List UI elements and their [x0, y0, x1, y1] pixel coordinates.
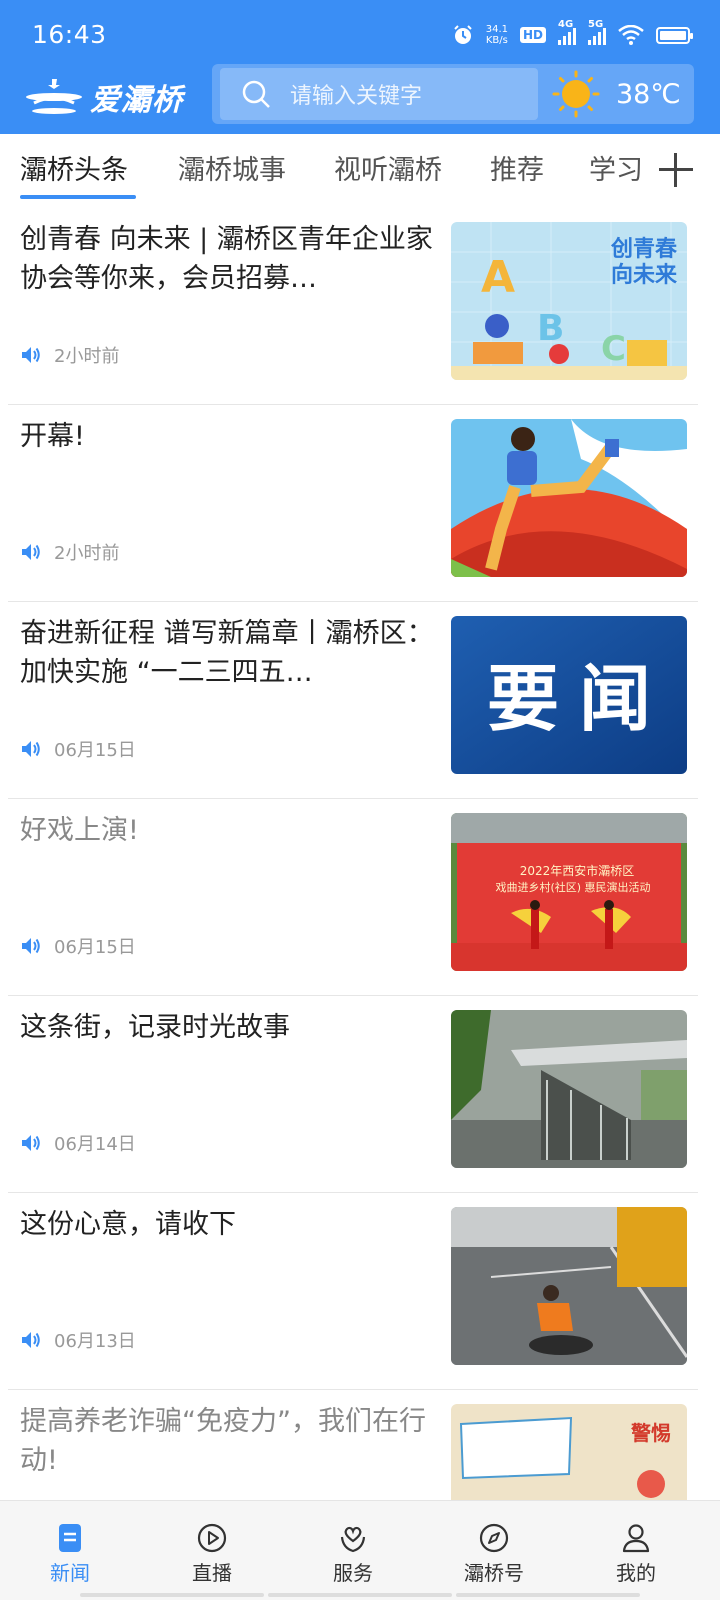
news-time: 06月13日 — [54, 1331, 136, 1352]
nav-live[interactable]: 直播 — [162, 1521, 262, 1591]
signal-5g-icon: 5G — [588, 19, 606, 45]
tab-shiting[interactable]: 视听灞桥 — [334, 148, 442, 187]
status-icons: 34.1 KB/s HD 4G 5G — [452, 19, 693, 50]
active-tab-indicator — [20, 195, 136, 199]
thumb-text-line-1: 创青春 — [610, 236, 677, 261]
news-item[interactable]: 开幕! 2小时前 — [0, 401, 720, 602]
news-thumbnail — [451, 1010, 687, 1168]
nav-news[interactable]: 新闻 — [20, 1521, 120, 1591]
app-logo[interactable]: 爱灞桥 — [24, 72, 183, 122]
channel-tabs: 灞桥头条 灞桥城事 视听灞桥 推荐 学习 — [0, 134, 720, 204]
news-meta: 06月13日 — [20, 1327, 136, 1353]
news-item[interactable]: 提高养老诈骗“免疫力”，我们在行动! 警惕 — [0, 1386, 720, 1500]
logo-text: 爱灞桥 — [90, 83, 183, 118]
news-time: 2小时前 — [54, 543, 120, 564]
news-title: 创青春 向未来 | 灞桥区青年企业家协会等你来，会员招募… — [20, 224, 433, 294]
news-item[interactable]: 好戏上演! 06月15日 2022年西安市灞桥区 戏曲进乡村(社区) 惠民演出活… — [0, 795, 720, 996]
alarm-icon — [454, 25, 472, 44]
svg-text:C: C — [601, 329, 626, 369]
svg-text:A: A — [481, 252, 515, 303]
gesture-bar — [80, 1593, 640, 1597]
wifi-icon — [618, 25, 644, 45]
news-thumbnail: 警惕 — [451, 1404, 687, 1500]
speaker-icon[interactable] — [20, 344, 42, 366]
news-time: 06月15日 — [54, 937, 136, 958]
news-meta: 2小时前 — [20, 342, 119, 368]
news-title: 提高养老诈骗“免疫力”，我们在行动! — [20, 1406, 426, 1476]
live-play-icon — [197, 1523, 227, 1553]
compass-icon — [479, 1523, 509, 1553]
news-time: 06月15日 — [54, 740, 136, 761]
news-item[interactable]: 奋进新征程 谱写新篇章丨灞桥区：加快实施 “一二三四五… 06月15日 要 闻 — [0, 598, 720, 799]
tab-study[interactable]: 学习 — [589, 148, 643, 187]
news-time: 06月14日 — [54, 1134, 136, 1155]
svg-text:B: B — [537, 308, 564, 349]
news-item[interactable]: 这条街，记录时光故事 06月14日 — [0, 992, 720, 1193]
news-thumbnail — [451, 1207, 687, 1365]
news-item[interactable]: 创青春 向未来 | 灞桥区青年企业家协会等你来，会员招募… 2小时前 创青春 向… — [0, 204, 720, 405]
news-title: 开幕! — [20, 421, 85, 452]
weather-temperature: 38℃ — [616, 78, 681, 110]
news-thumbnail — [451, 419, 687, 577]
weather-widget[interactable]: 38℃ — [552, 68, 681, 120]
tab-chengshi[interactable]: 灞桥城事 — [178, 148, 286, 187]
news-list: 创青春 向未来 | 灞桥区青年企业家协会等你来，会员招募… 2小时前 创青春 向… — [0, 204, 720, 1500]
thumb-banner-line-1: 2022年西安市灞桥区 — [520, 863, 635, 878]
tab-recommend[interactable]: 推荐 — [490, 148, 544, 187]
news-title: 好戏上演! — [20, 815, 139, 846]
battery-icon — [656, 26, 693, 44]
speaker-icon[interactable] — [20, 1329, 42, 1351]
news-thumbnail: 2022年西安市灞桥区 戏曲进乡村(社区) 惠民演出活动 — [451, 813, 687, 971]
status-bar: 16:43 34.1 KB/s HD 4G 5G — [0, 0, 720, 68]
thumb-headline-text: 要 闻 — [487, 660, 651, 740]
add-channel-button[interactable] — [656, 150, 696, 190]
news-meta: 06月15日 — [20, 933, 136, 959]
news-thumbnail: 要 闻 — [451, 616, 687, 774]
bridge-logo-icon — [26, 79, 82, 114]
news-title: 这份心意，请收下 — [20, 1209, 236, 1240]
bottom-navigation: 新闻 直播 服务 灞桥号 我的 — [0, 1500, 720, 1600]
app-bar: 爱灞桥 请输入关键字 38℃ — [0, 64, 720, 130]
sun-icon — [552, 70, 600, 118]
net-speed: 34.1 KB/s — [485, 24, 508, 46]
search-input[interactable]: 请输入关键字 — [220, 68, 538, 120]
thumb-text-line-2: 向未来 — [611, 262, 678, 287]
news-meta: 06月14日 — [20, 1130, 136, 1156]
search-weather-bar: 请输入关键字 38℃ — [212, 64, 694, 124]
speaker-icon[interactable] — [20, 738, 42, 760]
news-meta: 2小时前 — [20, 539, 119, 565]
speaker-icon[interactable] — [20, 935, 42, 957]
status-time: 16:43 — [32, 20, 107, 49]
nav-baqiao-hao[interactable]: 灞桥号 — [444, 1521, 544, 1591]
app-header: 16:43 34.1 KB/s HD 4G 5G 爱灞桥 请输入关键字 38℃ — [0, 0, 720, 134]
tab-toutiao[interactable]: 灞桥头条 — [20, 148, 128, 187]
signal-4g-icon: 4G — [558, 19, 576, 45]
news-icon — [59, 1524, 81, 1552]
search-placeholder: 请输入关键字 — [290, 84, 423, 109]
nav-profile[interactable]: 我的 — [586, 1521, 686, 1591]
news-meta: 06月15日 — [20, 736, 136, 762]
thumb-banner-line-2: 戏曲进乡村(社区) 惠民演出活动 — [495, 880, 650, 894]
speaker-icon[interactable] — [20, 1132, 42, 1154]
news-thumbnail: 创青春 向未来 A B C — [451, 222, 687, 380]
news-time: 2小时前 — [54, 346, 120, 367]
nav-service[interactable]: 服务 — [303, 1521, 403, 1591]
search-icon — [242, 80, 270, 108]
thumb-warning-text: 警惕 — [631, 1421, 671, 1445]
news-item[interactable]: 这份心意，请收下 06月13日 — [0, 1189, 720, 1390]
news-title: 奋进新征程 谱写新篇章丨灞桥区：加快实施 “一二三四五… — [20, 618, 434, 688]
service-icon — [340, 1526, 366, 1553]
news-title: 这条街，记录时光故事 — [20, 1012, 290, 1043]
hd-badge: HD — [519, 27, 546, 43]
profile-icon — [622, 1524, 650, 1553]
speaker-icon[interactable] — [20, 541, 42, 563]
